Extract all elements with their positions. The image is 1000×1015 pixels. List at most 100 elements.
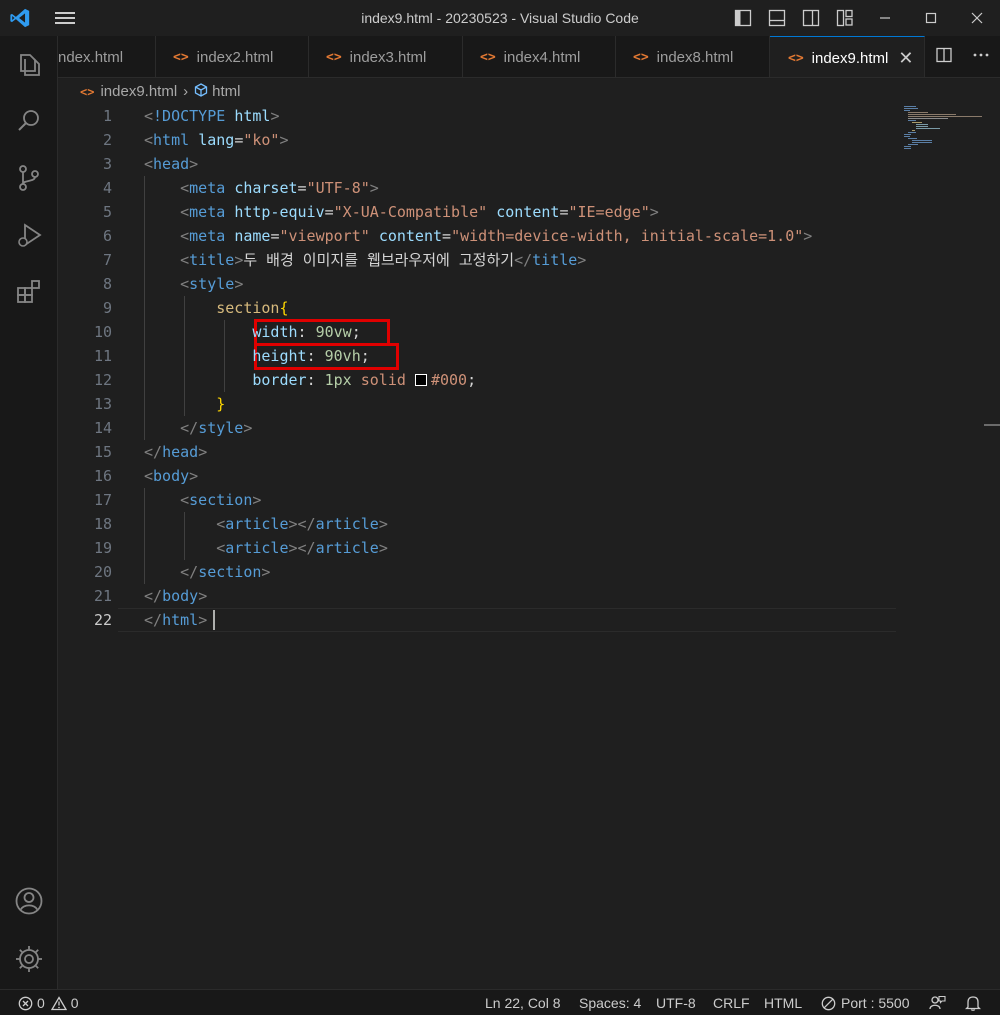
menu-icon[interactable] [54, 9, 76, 27]
code-token: < [180, 227, 190, 245]
code-token: < [144, 467, 154, 485]
code-token: "ko" [243, 131, 280, 149]
code-token: : [306, 347, 325, 365]
code-token: section [216, 299, 280, 317]
color-swatch[interactable] [414, 374, 427, 386]
vscode-logo-icon[interactable] [9, 7, 31, 29]
code-token: </ [144, 443, 163, 461]
tab-index9-html[interactable]: <> index9.html ✕ [770, 36, 925, 77]
toggle-secondary-sidebar-icon[interactable] [794, 0, 828, 36]
code-token: > [577, 251, 587, 269]
code-token: html [234, 107, 271, 125]
close-window-icon[interactable] [954, 0, 1000, 36]
code-token: > [270, 107, 280, 125]
line-number: 4 [102, 179, 112, 197]
code-line: <style> [144, 272, 243, 296]
live-server-port[interactable]: Port : 5500 [821, 990, 910, 1015]
code-token: > [261, 563, 271, 581]
close-tab-icon[interactable]: ✕ [898, 48, 913, 69]
file-encoding[interactable]: UTF-8 [656, 990, 696, 1015]
cursor-position[interactable]: Ln 22, Col 8 [485, 990, 561, 1015]
line-number: 8 [102, 275, 112, 293]
line-number: 11 [93, 347, 112, 365]
explorer-icon[interactable] [0, 36, 58, 92]
html-file-icon: <> [173, 49, 189, 65]
more-actions-icon[interactable] [972, 47, 990, 68]
source-control-icon[interactable] [0, 150, 58, 206]
gear-icon[interactable] [0, 931, 58, 987]
code-token: content [496, 203, 560, 221]
editor-tab-bar: ndex.html <> index2.html <> index3.html … [58, 36, 1000, 78]
code-token: { [279, 299, 289, 317]
code-token: < [144, 131, 154, 149]
code-line: <section> [144, 488, 261, 512]
code-token: solid [360, 371, 406, 389]
code-editor[interactable]: 1 2 3 4 5 6 7 8 9 10 11 12 13 14 15 16 17 18 19 20 21 22 <!DO… [58, 104, 1000, 989]
code-token: = [297, 179, 307, 197]
breadcrumb-file[interactable]: index9.html [100, 83, 177, 100]
code-token: > [198, 611, 208, 629]
toggle-primary-sidebar-icon[interactable] [726, 0, 760, 36]
code-line: } [144, 392, 225, 416]
code-token: 1px [324, 371, 352, 389]
tab-label: index2.html [196, 48, 274, 66]
line-number: 7 [102, 251, 112, 269]
code-token: = [324, 203, 334, 221]
tab-label: index8.html [656, 48, 734, 66]
run-debug-icon[interactable] [0, 207, 58, 263]
code-token: html [162, 611, 199, 629]
code-line: <meta charset="UTF-8"> [144, 176, 379, 200]
tab-index4-html[interactable]: <> index4.html [463, 36, 616, 77]
code-token: : [306, 371, 325, 389]
html-file-icon: <> [633, 49, 649, 65]
code-line: <meta name="viewport" content="width=dev… [144, 224, 812, 248]
tab-index3-html[interactable]: <> index3.html [309, 36, 463, 77]
maximize-icon[interactable] [908, 0, 954, 36]
minimize-icon[interactable] [862, 0, 908, 36]
language-mode[interactable]: HTML [764, 990, 802, 1015]
extensions-icon[interactable] [0, 264, 58, 320]
code-line: </body> [144, 584, 207, 608]
code-token: html [153, 131, 190, 149]
breadcrumb-symbol[interactable]: html [212, 83, 240, 100]
code-token: "UTF-8" [306, 179, 370, 197]
search-icon[interactable] [0, 93, 58, 149]
scrollbar-position-marker[interactable] [984, 424, 1000, 426]
problems-indicator[interactable]: 0 0 [18, 990, 79, 1015]
customize-layout-icon[interactable] [828, 0, 862, 36]
code-token: charset [234, 179, 298, 197]
line-number: 12 [93, 371, 112, 389]
line-number: 22 [93, 611, 112, 629]
minimap[interactable] [900, 104, 990, 164]
line-number: 6 [102, 227, 112, 245]
tab-index-html[interactable]: ndex.html [58, 36, 156, 77]
code-token: < [216, 515, 226, 533]
line-number: 15 [93, 443, 112, 461]
line-number: 9 [102, 299, 112, 317]
toggle-panel-icon[interactable] [760, 0, 794, 36]
tab-index2-html[interactable]: <> index2.html [156, 36, 309, 77]
notifications-bell-icon[interactable] [965, 990, 981, 1015]
tab-label: ndex.html [58, 48, 124, 66]
code-token: </ [180, 563, 199, 581]
code-line: height: 90vh; [144, 344, 369, 368]
code-token: border [252, 371, 307, 389]
account-icon[interactable] [0, 873, 58, 929]
code-token: > [803, 227, 813, 245]
code-token: article [315, 539, 379, 557]
code-line: <article></article> [144, 536, 388, 560]
tab-index8-html[interactable]: <> index8.html [616, 36, 770, 77]
code-line: <html lang="ko"> [144, 128, 289, 152]
code-token: article [225, 515, 289, 533]
indentation[interactable]: Spaces: 4 [579, 990, 641, 1015]
split-editor-icon[interactable] [936, 47, 952, 68]
code-token: section [198, 563, 262, 581]
end-of-line[interactable]: CRLF [713, 990, 750, 1015]
tab-label: index9.html [811, 49, 889, 67]
feedback-icon[interactable] [929, 990, 946, 1015]
